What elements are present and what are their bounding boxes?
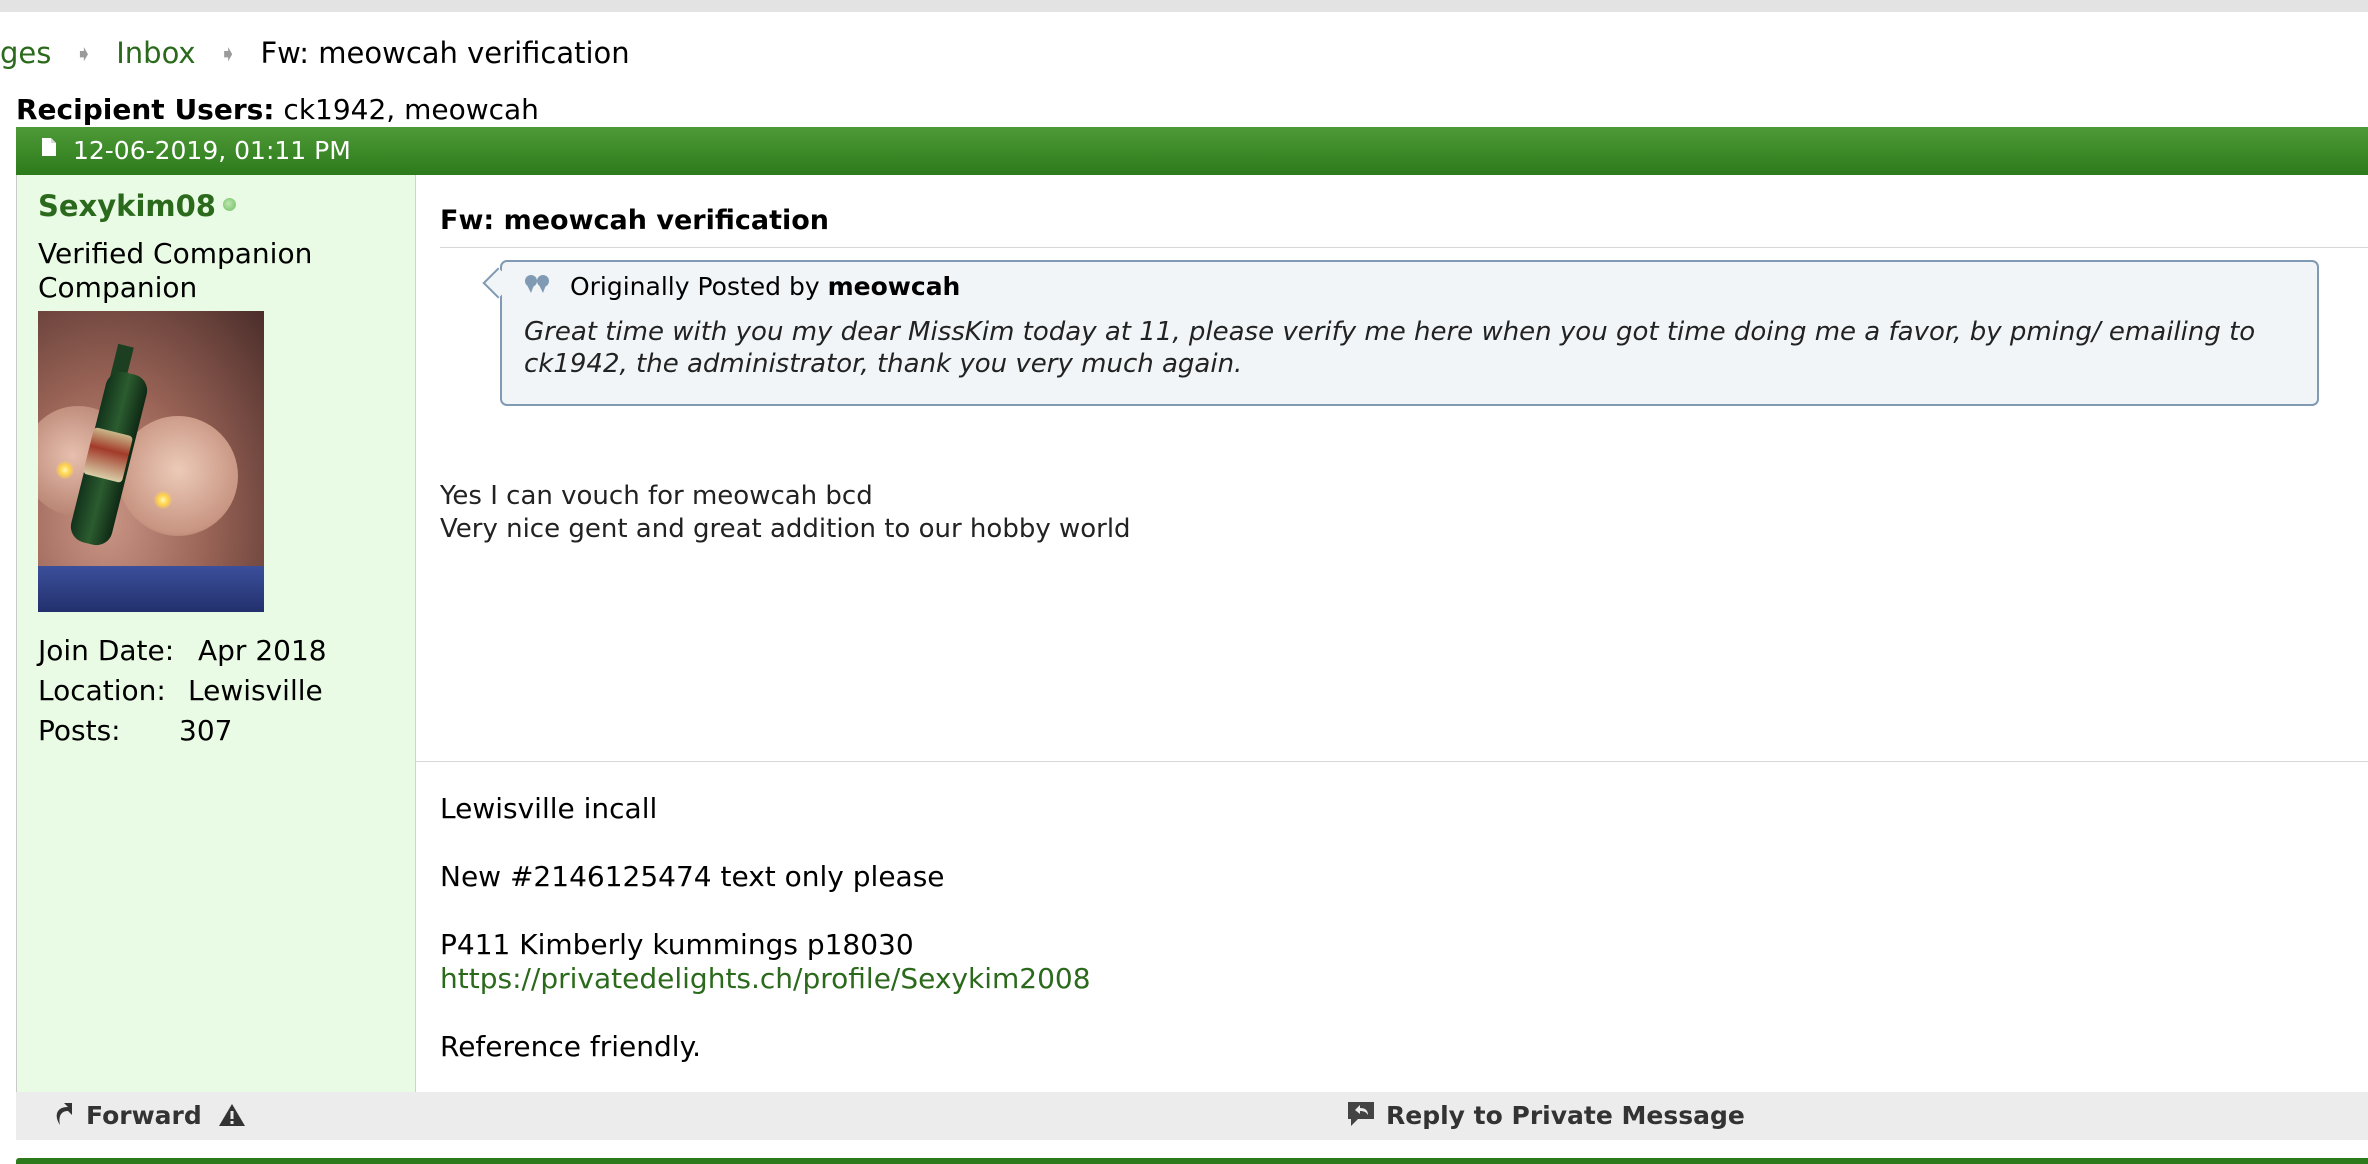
post-footer-bar: Forward Reply to Private Message — [16, 1092, 2368, 1140]
user-title: Verified Companion Companion — [38, 237, 408, 305]
message-body: Yes I can vouch for meowcah bcd Very nice… — [440, 480, 1131, 546]
report-button[interactable] — [218, 1102, 246, 1132]
location-label: Location: — [38, 674, 166, 707]
signature-line: P411 Kimberly kummings p18030 — [440, 928, 914, 961]
forward-button[interactable]: Forward — [50, 1101, 202, 1130]
warning-icon — [219, 1104, 245, 1126]
signature-line: New #2146125474 text only please — [440, 860, 945, 893]
recipient-users-value: ck1942, meowcah — [283, 93, 539, 126]
posts-label: Posts: — [38, 714, 121, 747]
recipient-users: Recipient Users: ck1942, meowcah — [16, 93, 539, 126]
avatar[interactable] — [38, 311, 264, 612]
join-date-label: Join Date: — [38, 634, 175, 667]
private-message-post: 12-06-2019, 01:11 PM Sexykim08 Verified … — [16, 127, 2368, 1140]
bullet-arrow-icon: ➧ — [74, 42, 94, 67]
reply-to-private-message-button[interactable]: Reply to Private Message — [1346, 1101, 1745, 1131]
join-date-value: Apr 2018 — [198, 634, 327, 667]
forward-label: Forward — [86, 1101, 202, 1130]
title-divider — [440, 247, 2368, 248]
quote-author-link[interactable]: meowcah — [828, 272, 961, 301]
online-status-icon — [223, 198, 236, 211]
user-info-panel: Sexykim08 Verified Companion Companion J… — [16, 175, 416, 1092]
post-content: Fw: meowcah verification Originally Post… — [416, 175, 2368, 1092]
user-rank-text: Companion — [38, 271, 198, 304]
user-title-text: Verified Companion — [38, 237, 313, 270]
posts-value: 307 — [179, 714, 233, 747]
quote-block: Originally Posted by meowcah Great time … — [482, 260, 2319, 406]
username-link[interactable]: Sexykim08 — [38, 189, 216, 223]
signature: Lewisville incall New #2146125474 text o… — [440, 792, 1091, 1064]
reply-label: Reply to Private Message — [1386, 1101, 1745, 1130]
signature-profile-link[interactable]: https://privatedelights.ch/profile/Sexyk… — [440, 962, 1091, 995]
next-post-border — [16, 1158, 2368, 1164]
top-strip — [0, 0, 2368, 12]
quote-text: Great time with you my dear MissKim toda… — [524, 317, 2256, 379]
user-stats: Join Date: Apr 2018 Location: Lewisville P… — [38, 631, 327, 751]
bullet-arrow-icon: ➧ — [218, 42, 238, 67]
breadcrumb-current: Fw: meowcah verification — [260, 36, 630, 70]
location-value: Lewisville — [188, 674, 323, 707]
quote-icon — [524, 271, 552, 300]
document-icon — [41, 125, 57, 173]
signature-line: Reference friendly. — [440, 1030, 702, 1063]
recipient-users-label: Recipient Users: — [16, 93, 275, 126]
post-header: 12-06-2019, 01:11 PM — [16, 127, 2368, 175]
quote-pointer — [482, 267, 514, 299]
signature-line: Lewisville incall — [440, 792, 658, 825]
quote-prefix: Originally Posted by — [569, 272, 820, 301]
breadcrumb-parent-link[interactable]: ges — [0, 36, 51, 70]
message-line: Yes I can vouch for meowcah bcd — [440, 481, 873, 511]
post-date: 12-06-2019, 01:11 PM — [72, 136, 351, 165]
message-line: Very nice gent and great addition to our… — [440, 514, 1131, 544]
breadcrumb-inbox-link[interactable]: Inbox — [116, 36, 195, 70]
post-title: Fw: meowcah verification — [440, 205, 830, 236]
forward-icon — [56, 1103, 72, 1125]
signature-divider — [416, 761, 2368, 762]
reply-icon — [1348, 1102, 1374, 1126]
quote-header: Originally Posted by meowcah — [524, 272, 960, 303]
breadcrumb: ges ➧ Inbox ➧ Fw: meowcah verification — [0, 36, 630, 70]
